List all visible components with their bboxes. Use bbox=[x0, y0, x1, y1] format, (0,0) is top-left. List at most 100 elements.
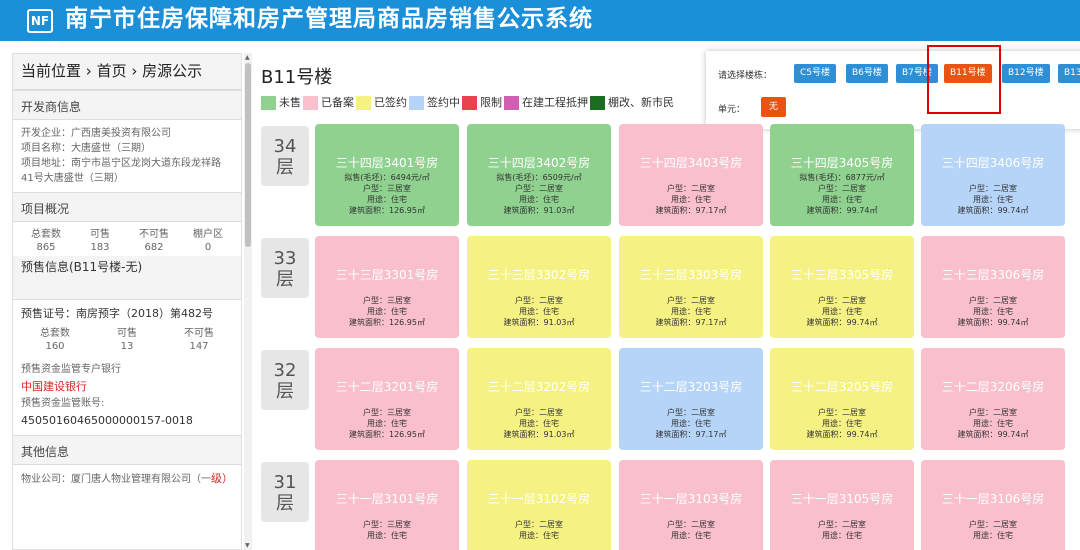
unit-name: 三十四层3402号房 bbox=[487, 156, 591, 170]
unit-use: 用途：住宅 bbox=[367, 195, 407, 204]
unit-name: 三十一层3105号房 bbox=[790, 492, 894, 506]
unit-card[interactable]: 三十一层3103号房 户型：二居室 用途：住宅 bbox=[619, 460, 763, 550]
unit-type: 户型：二居室 bbox=[515, 520, 563, 529]
building-button-b6[interactable]: B6号楼 bbox=[846, 64, 888, 83]
unit-card[interactable]: 三十二层3203号房 户型：二居室 用途：住宅 建筑面积：97.17㎡ bbox=[619, 348, 763, 450]
stat-label: 不可售 bbox=[139, 229, 169, 240]
breadcrumb-listing-link[interactable]: 房源公示 bbox=[142, 62, 202, 80]
legend-label: 未售 bbox=[279, 96, 301, 109]
unit-card[interactable]: 三十三层3302号房 户型：二居室 用途：住宅 建筑面积：91.03㎡ bbox=[467, 236, 611, 338]
unit-use: 用途：住宅 bbox=[519, 307, 559, 316]
unit-area: 建筑面积：97.17㎡ bbox=[655, 206, 727, 215]
unit-price bbox=[619, 285, 763, 295]
unit-card[interactable]: 三十一层3106号房 户型：二居室 用途：住宅 bbox=[921, 460, 1065, 550]
site-logo[interactable]: NF bbox=[27, 9, 53, 33]
unit-card[interactable]: 三十二层3201号房 户型：三居室 用途：住宅 建筑面积：126.95㎡ bbox=[315, 348, 459, 450]
other-info: 物业公司：厦门唐人物业管理有限公司（一级） bbox=[13, 465, 241, 493]
scrollbar-thumb[interactable] bbox=[245, 63, 251, 247]
unit-use: 用途：住宅 bbox=[671, 307, 711, 316]
stat-value: 160 bbox=[45, 341, 65, 352]
project-overview-title: 项目概况 bbox=[13, 192, 241, 222]
unit-use: 用途：住宅 bbox=[822, 419, 862, 428]
developer-info-title: 开发商信息 bbox=[13, 90, 241, 120]
unit-name: 三十三层3303号房 bbox=[639, 268, 743, 282]
unit-use: 用途：住宅 bbox=[671, 419, 711, 428]
unit-area: 建筑面积：91.03㎡ bbox=[503, 206, 575, 215]
unit-type: 户型：二居室 bbox=[818, 520, 866, 529]
scroll-up-arrow-icon[interactable]: ▲ bbox=[245, 54, 250, 61]
unit-price bbox=[619, 173, 763, 183]
building-button-c5[interactable]: C5号楼 bbox=[794, 64, 837, 83]
legend-item-resettlement: 棚改、新市民 bbox=[590, 96, 674, 110]
unit-price bbox=[921, 285, 1065, 295]
other-info-title: 其他信息 bbox=[13, 435, 241, 465]
unit-use: 用途：住宅 bbox=[671, 531, 711, 540]
unit-price bbox=[619, 509, 763, 519]
unit-type: 户型：二居室 bbox=[515, 184, 563, 193]
unit-area: 建筑面积：97.17㎡ bbox=[655, 318, 727, 327]
sidebar-scrollbar[interactable]: ▲ ▼ bbox=[244, 53, 252, 550]
unit-card[interactable]: 三十四层3405号房 拟售(毛坯)：6877元/㎡ 户型：二居室 用途：住宅 建筑面积：… bbox=[770, 124, 914, 226]
unit-card[interactable]: 三十四层3401号房 拟售(毛坯)：6494元/㎡ 户型：三居室 用途：住宅 建筑面积：… bbox=[315, 124, 459, 226]
building-button-b12[interactable]: B12号楼 bbox=[1002, 64, 1050, 83]
unit-price bbox=[467, 285, 611, 295]
legend-item-signed: 已签约 bbox=[356, 96, 407, 110]
legend-swatch bbox=[504, 96, 519, 110]
unit-card[interactable]: 三十一层3102号房 户型：二居室 用途：住宅 bbox=[467, 460, 611, 550]
unit-type: 户型：二居室 bbox=[818, 296, 866, 305]
presale-stats: 总套数 160 可售 13 不可售 147 bbox=[13, 327, 241, 355]
unit-card[interactable]: 三十四层3406号房 户型：二居室 用途：住宅 建筑面积：99.74㎡ bbox=[921, 124, 1065, 226]
legend-swatch bbox=[590, 96, 605, 110]
building-selector-panel: 请选择楼栋： C5号楼 B6号楼 B7号楼 B11号楼 B12号楼 B13 单元… bbox=[706, 51, 1080, 129]
unit-price bbox=[921, 397, 1065, 407]
stat-available: 可售 183 bbox=[73, 228, 127, 254]
unit-price: 拟售(毛坯)：6494元/㎡ bbox=[344, 173, 430, 182]
building-title: B11号楼 bbox=[261, 67, 333, 88]
unit-use: 用途：住宅 bbox=[367, 419, 407, 428]
unit-area: 建筑面积：99.74㎡ bbox=[806, 206, 878, 215]
building-button-b13[interactable]: B13 bbox=[1058, 64, 1080, 83]
unit-card[interactable]: 三十二层3202号房 户型：二居室 用途：住宅 建筑面积：91.03㎡ bbox=[467, 348, 611, 450]
legend-label: 限制 bbox=[480, 96, 502, 109]
floor-label-34: 34 层 bbox=[261, 126, 309, 186]
floor-label-32: 32 层 bbox=[261, 350, 309, 410]
unit-card[interactable]: 三十三层3305号房 户型：二居室 用途：住宅 建筑面积：99.74㎡ bbox=[770, 236, 914, 338]
legend-swatch bbox=[261, 96, 276, 110]
unit-price: 拟售(毛坯)：6877元/㎡ bbox=[799, 173, 885, 182]
stat-value: 682 bbox=[144, 242, 164, 253]
unit-name: 三十一层3106号房 bbox=[941, 492, 1045, 506]
unit-card[interactable]: 三十三层3306号房 户型：二居室 用途：住宅 建筑面积：99.74㎡ bbox=[921, 236, 1065, 338]
unit-type: 户型：二居室 bbox=[667, 408, 715, 417]
property-company: 物业公司：厦门唐人物业管理有限公司（一 bbox=[21, 474, 211, 485]
unit-price: 拟售(毛坯)：6509元/㎡ bbox=[496, 173, 582, 182]
unit-card[interactable]: 三十一层3105号房 户型：二居室 用途：住宅 bbox=[770, 460, 914, 550]
unit-card[interactable]: 三十二层3206号房 户型：二居室 用途：住宅 建筑面积：99.74㎡ bbox=[921, 348, 1065, 450]
account-number: 45050160465000000157-0018 bbox=[21, 414, 193, 427]
legend-label: 签约中 bbox=[427, 96, 460, 109]
site-title: 南宁市住房保障和房产管理局商品房销售公示系统 bbox=[65, 6, 593, 32]
unit-use: 用途：住宅 bbox=[822, 195, 862, 204]
unit-card[interactable]: 三十三层3303号房 户型：二居室 用途：住宅 建筑面积：97.17㎡ bbox=[619, 236, 763, 338]
breadcrumb-home-link[interactable]: 首页 bbox=[97, 62, 127, 80]
breadcrumb-separator: › bbox=[85, 62, 92, 80]
unit-card[interactable]: 三十四层3402号房 拟售(毛坯)：6509元/㎡ 户型：二居室 用途：住宅 建筑面积：… bbox=[467, 124, 611, 226]
unit-name: 三十三层3302号房 bbox=[487, 268, 591, 282]
legend-item-mortgage: 在建工程抵押 bbox=[504, 96, 588, 110]
unit-name: 三十四层3401号房 bbox=[335, 156, 439, 170]
unit-area: 建筑面积：99.74㎡ bbox=[957, 206, 1029, 215]
unit-card[interactable]: 三十四层3403号房 户型：二居室 用途：住宅 建筑面积：97.17㎡ bbox=[619, 124, 763, 226]
unit-type: 户型：二居室 bbox=[515, 408, 563, 417]
unit-button-none[interactable]: 无 bbox=[761, 97, 786, 117]
unit-price bbox=[770, 285, 914, 295]
unit-card[interactable]: 三十一层3101号房 户型：三居室 用途：住宅 bbox=[315, 460, 459, 550]
unit-type: 户型：二居室 bbox=[818, 184, 866, 193]
scroll-down-arrow-icon[interactable]: ▼ bbox=[245, 542, 250, 549]
unit-use: 用途：住宅 bbox=[822, 307, 862, 316]
unit-card[interactable]: 三十三层3301号房 户型：三居室 用途：住宅 建筑面积：126.95㎡ bbox=[315, 236, 459, 338]
stat-label: 可售 bbox=[117, 328, 137, 339]
unit-card[interactable]: 三十二层3205号房 户型：二居室 用途：住宅 建筑面积：99.74㎡ bbox=[770, 348, 914, 450]
presale-info-title: 预售信息(B11号楼-无) bbox=[13, 256, 241, 300]
presale-info: 预售证号：南房预字（2018）第482号 bbox=[13, 300, 241, 327]
unit-type: 户型：二居室 bbox=[818, 408, 866, 417]
project-address: 项目地址：南宁市邕宁区龙岗大道东段龙祥路 bbox=[21, 158, 221, 169]
